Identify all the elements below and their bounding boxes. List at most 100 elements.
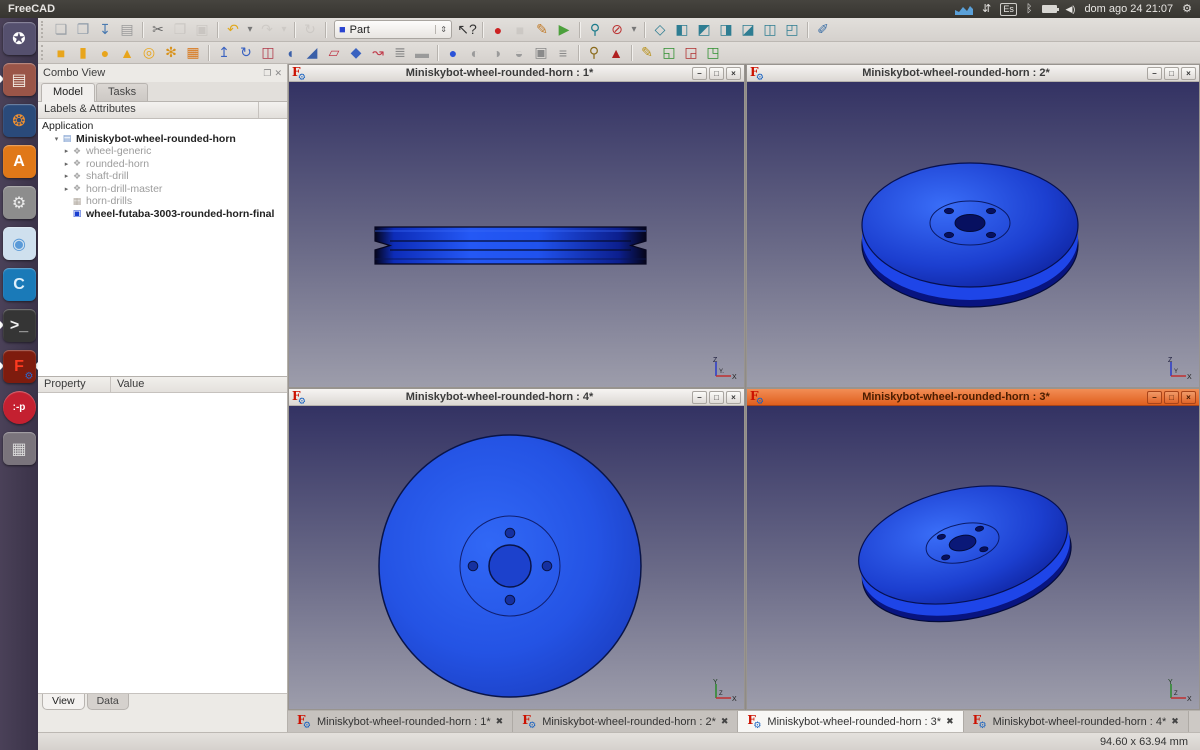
tree-header-label[interactable]: Labels & Attributes <box>38 102 259 118</box>
part-cone-icon[interactable]: ▲ <box>116 43 138 63</box>
undo-icon[interactable]: ↶ <box>222 20 244 40</box>
toolbar-handle[interactable] <box>41 21 47 37</box>
draw-style-icon[interactable]: ⊘ <box>606 20 628 40</box>
print-icon[interactable]: ▤ <box>116 20 138 40</box>
save-document-icon[interactable]: ↧ <box>94 20 116 40</box>
part-primitives-icon[interactable]: ✻ <box>160 43 182 63</box>
view-left-icon[interactable]: ◰ <box>781 20 803 40</box>
part-boolean-union-icon[interactable]: ● <box>442 43 464 63</box>
value-column[interactable]: Value <box>111 377 150 392</box>
launcher-item-terminal[interactable]: >_ <box>0 305 38 346</box>
measure-icon[interactable]: ✐ <box>812 20 834 40</box>
tab-tasks[interactable]: Tasks <box>96 83 148 101</box>
mdi-tab[interactable]: F⚙Miniskybot-wheel-rounded-horn : 3*✖ <box>738 711 963 732</box>
launcher-item-system-settings[interactable]: ⚙ <box>0 182 38 223</box>
window-3[interactable]: F⚙ Miniskybot-wheel-rounded-horn : 3* –□… <box>746 388 1200 710</box>
tree-item[interactable]: ▸❖rounded-horn <box>38 158 287 171</box>
maximize-button[interactable]: □ <box>709 67 724 80</box>
open-document-icon[interactable]: ❐ <box>72 20 94 40</box>
part-reverse-shape-icon[interactable]: ◲ <box>680 43 702 63</box>
part-loft-icon[interactable]: ◆ <box>345 43 367 63</box>
view-axonometric-icon[interactable]: ◇ <box>649 20 671 40</box>
viewport-3[interactable]: Y Z X <box>747 406 1199 709</box>
float-panel-button[interactable]: ❐ <box>263 68 271 79</box>
expanded-arrow-icon[interactable]: ▾ <box>52 135 61 143</box>
minimize-button[interactable]: – <box>692 67 707 80</box>
toolbar-handle[interactable] <box>41 45 47 60</box>
tree-item[interactable]: ▣wheel-futaba-3003-rounded-horn-final <box>38 208 287 221</box>
close-button[interactable]: × <box>726 67 741 80</box>
part-simple-copy-icon[interactable]: ◳ <box>702 43 724 63</box>
whats-this-icon[interactable]: ↖? <box>456 20 478 40</box>
part-torus-icon[interactable]: ◎ <box>138 43 160 63</box>
tab-model[interactable]: Model <box>41 83 95 102</box>
draw-style-dropdown-icon[interactable]: ▾ <box>628 20 640 40</box>
tab-close-icon[interactable]: ✖ <box>946 716 954 727</box>
part-check-geometry-icon[interactable]: ⚲ <box>583 43 605 63</box>
launcher-item-files[interactable]: ▤ <box>0 59 38 100</box>
part-sphere-icon[interactable]: ● <box>94 43 116 63</box>
minimize-button[interactable]: – <box>1147 391 1162 404</box>
macro-edit-icon[interactable]: ✎ <box>531 20 553 40</box>
tab-view[interactable]: View <box>42 694 85 710</box>
part-chamfer-icon[interactable]: ◢ <box>301 43 323 63</box>
new-document-icon[interactable]: ❏ <box>50 20 72 40</box>
launcher-item-workspace-switcher[interactable]: ▦ <box>0 428 38 469</box>
window-4[interactable]: F⚙ Miniskybot-wheel-rounded-horn : 4* –□… <box>288 388 745 710</box>
tree-item[interactable]: ▸❖shaft-drill <box>38 170 287 183</box>
close-button[interactable]: × <box>1181 391 1196 404</box>
tree-item[interactable]: ▸❖horn-drill-master <box>38 183 287 196</box>
close-button[interactable]: × <box>726 391 741 404</box>
launcher-item-firefox[interactable]: ❂ <box>0 100 38 141</box>
maximize-button[interactable]: □ <box>1164 391 1179 404</box>
part-sweep-icon[interactable]: ↝ <box>367 43 389 63</box>
collapsed-arrow-icon[interactable]: ▸ <box>62 185 71 193</box>
launcher-item-c-editor[interactable]: C <box>0 264 38 305</box>
viewport-4[interactable]: Y Z X <box>289 406 744 709</box>
part-cylinder-icon[interactable]: ▮ <box>72 43 94 63</box>
workbench-selector[interactable]: ■ Part ⇕ <box>334 20 452 39</box>
part-box-icon[interactable]: ■ <box>50 43 72 63</box>
sync-indicator-icon[interactable]: ⇵ <box>982 0 991 18</box>
minimize-button[interactable]: – <box>692 391 707 404</box>
viewport-1[interactable]: Z Y. X <box>289 82 744 387</box>
macro-record-icon[interactable]: ● <box>487 20 509 40</box>
tab-data[interactable]: Data <box>87 694 129 710</box>
launcher-item-software-center[interactable]: A <box>0 141 38 182</box>
clock[interactable]: dom ago 24 21:07 <box>1084 3 1173 15</box>
session-gear-icon[interactable]: ⚙ <box>1182 0 1192 18</box>
launcher-item-freecad[interactable]: F⚙ <box>0 346 38 387</box>
launcher-item-player-p[interactable]: :-p <box>0 387 38 428</box>
part-shape-builder-icon[interactable]: ▦ <box>182 43 204 63</box>
part-mirror-icon[interactable]: ◫ <box>257 43 279 63</box>
part-ruled-surface-icon[interactable]: ▱ <box>323 43 345 63</box>
window-1-titlebar[interactable]: F⚙ Miniskybot-wheel-rounded-horn : 1* –□… <box>289 65 744 82</box>
macro-run-icon[interactable]: ▶ <box>553 20 575 40</box>
view-rear-icon[interactable]: ◪ <box>737 20 759 40</box>
view-front-icon[interactable]: ◧ <box>671 20 693 40</box>
view-fit-all-icon[interactable]: ⚲ <box>584 20 606 40</box>
part-defeaturing-icon[interactable]: ▲ <box>605 43 627 63</box>
workbench-spinner-icon[interactable]: ⇕ <box>435 25 447 34</box>
bluetooth-icon[interactable]: ᛒ <box>1026 0 1033 18</box>
window-2-titlebar[interactable]: F⚙ Miniskybot-wheel-rounded-horn : 2* –□… <box>747 65 1199 82</box>
tree-item[interactable]: ▾▤Miniskybot-wheel-rounded-horn <box>38 133 287 146</box>
window-3-titlebar[interactable]: F⚙ Miniskybot-wheel-rounded-horn : 3* –□… <box>747 389 1199 406</box>
battery-icon[interactable] <box>1042 5 1057 13</box>
part-cross-sections-icon[interactable]: ▬ <box>411 43 433 63</box>
part-boolean-common-icon[interactable]: ◑ <box>486 43 508 63</box>
keyboard-layout-indicator[interactable]: Es <box>1000 3 1017 16</box>
undo-dropdown-icon[interactable]: ▾ <box>244 20 256 40</box>
close-button[interactable]: × <box>1181 67 1196 80</box>
view-bottom-icon[interactable]: ◫ <box>759 20 781 40</box>
window-1[interactable]: F⚙ Miniskybot-wheel-rounded-horn : 1* –□… <box>288 64 745 388</box>
part-compound-icon[interactable]: ▣ <box>530 43 552 63</box>
window-2[interactable]: F⚙ Miniskybot-wheel-rounded-horn : 2* –□… <box>746 64 1200 388</box>
mdi-tab[interactable]: F⚙Miniskybot-wheel-rounded-horn : 4*✖ <box>964 711 1189 732</box>
part-edit-shape-icon[interactable]: ✎ <box>636 43 658 63</box>
close-panel-button[interactable]: ✕ <box>274 68 282 79</box>
cut-icon[interactable]: ✂ <box>147 20 169 40</box>
part-refine-shape-icon[interactable]: ◱ <box>658 43 680 63</box>
launcher-item-dash-home[interactable]: ✪ <box>0 18 38 59</box>
maximize-button[interactable]: □ <box>1164 67 1179 80</box>
